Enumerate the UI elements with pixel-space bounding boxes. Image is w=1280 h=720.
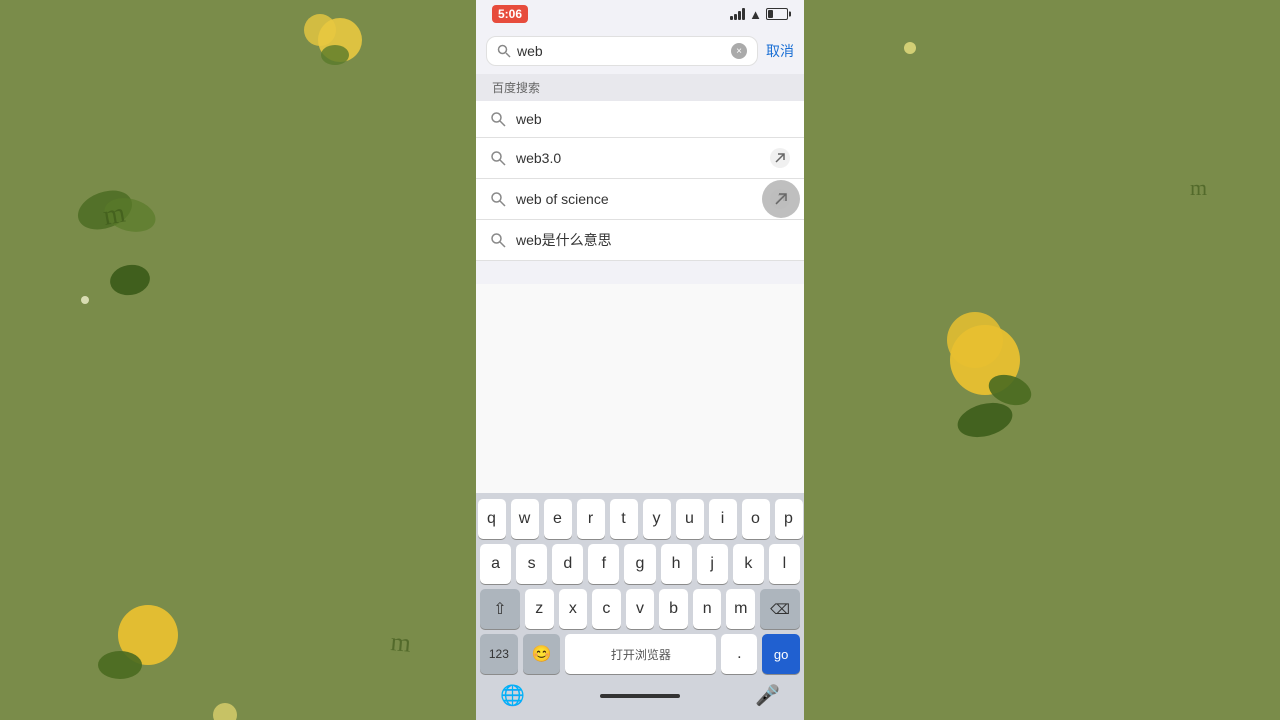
search-suggestion-icon — [490, 232, 506, 248]
key-o[interactable]: o — [742, 499, 770, 539]
arrow-icon — [774, 152, 786, 164]
key-h[interactable]: h — [661, 544, 692, 584]
key-123[interactable]: 123 — [480, 634, 518, 674]
key-p[interactable]: p — [775, 499, 803, 539]
key-x[interactable]: x — [559, 589, 588, 629]
signal-icon — [730, 8, 745, 20]
keyboard-row-2: a s d f g h j k l — [480, 544, 800, 584]
key-c[interactable]: c — [592, 589, 621, 629]
suggestion-item-webofscience[interactable]: web of science — [476, 179, 804, 220]
search-suggestion-icon — [490, 111, 506, 127]
suggestion-text-web: web — [516, 111, 790, 127]
battery-icon — [766, 8, 788, 20]
key-e[interactable]: e — [544, 499, 572, 539]
key-a[interactable]: a — [480, 544, 511, 584]
suggestions-section: 百度搜索 web web3.0 — [476, 74, 804, 284]
key-t[interactable]: t — [610, 499, 638, 539]
status-time: 5:06 — [492, 5, 528, 23]
phone-frame: 5:06 ▲ × 取消 — [476, 0, 804, 720]
key-delete[interactable]: ⌫ — [760, 589, 800, 629]
mic-icon[interactable]: 🎤 — [755, 683, 780, 708]
status-icons: ▲ — [730, 7, 788, 22]
suggestion-item-web[interactable]: web — [476, 101, 804, 138]
key-v[interactable]: v — [626, 589, 655, 629]
key-d[interactable]: d — [552, 544, 583, 584]
keyboard-row-1: q w e r t y u i o p — [480, 499, 800, 539]
suggestion-arrow-web3[interactable] — [770, 148, 790, 168]
suggestion-item-webmeaning[interactable]: web是什么意思 — [476, 220, 804, 261]
search-suggestion-icon — [490, 191, 506, 207]
key-emoji[interactable]: 😊 — [523, 634, 561, 674]
status-bar: 5:06 ▲ — [476, 0, 804, 28]
suggestions-header: 百度搜索 — [476, 74, 804, 101]
cancel-button[interactable]: 取消 — [766, 41, 794, 61]
key-shift[interactable]: ⇧ — [480, 589, 520, 629]
key-m[interactable]: m — [726, 589, 755, 629]
key-period[interactable]: . — [721, 634, 757, 674]
key-go[interactable]: go — [762, 634, 800, 674]
key-space[interactable]: 打开浏览器 — [565, 634, 716, 674]
key-g[interactable]: g — [624, 544, 655, 584]
key-k[interactable]: k — [733, 544, 764, 584]
key-u[interactable]: u — [676, 499, 704, 539]
clear-button[interactable]: × — [731, 43, 747, 59]
key-i[interactable]: i — [709, 499, 737, 539]
key-z[interactable]: z — [525, 589, 554, 629]
content-area — [476, 284, 804, 494]
suggestion-text-web3: web3.0 — [516, 150, 760, 166]
corner-arrow-icon — [772, 190, 790, 208]
key-j[interactable]: j — [697, 544, 728, 584]
search-icon — [497, 44, 511, 58]
key-r[interactable]: r — [577, 499, 605, 539]
key-b[interactable]: b — [659, 589, 688, 629]
keyboard-bottom-bar: 🌐 🎤 — [480, 679, 800, 716]
suggestion-text-webofscience: web of science — [516, 191, 760, 207]
key-n[interactable]: n — [693, 589, 722, 629]
suggestion-item-web3[interactable]: web3.0 — [476, 138, 804, 179]
keyboard-row-4: 123 😊 打开浏览器 . go — [480, 634, 800, 674]
home-indicator — [600, 694, 680, 698]
key-s[interactable]: s — [516, 544, 547, 584]
search-suggestion-icon — [490, 150, 506, 166]
search-input-wrapper[interactable]: × — [486, 36, 758, 66]
key-l[interactable]: l — [769, 544, 800, 584]
key-y[interactable]: y — [643, 499, 671, 539]
suggestion-text-webmeaning: web是什么意思 — [516, 230, 790, 250]
keyboard[interactable]: q w e r t y u i o p a s d f g h j k l ⇧ … — [476, 493, 804, 720]
key-w[interactable]: w — [511, 499, 539, 539]
key-q[interactable]: q — [478, 499, 506, 539]
key-f[interactable]: f — [588, 544, 619, 584]
search-bar-area: × 取消 — [476, 28, 804, 74]
keyboard-row-3: ⇧ z x c v b n m ⌫ — [480, 589, 800, 629]
search-input[interactable] — [517, 43, 725, 59]
wifi-icon: ▲ — [749, 7, 762, 22]
globe-icon[interactable]: 🌐 — [500, 683, 525, 708]
floating-circle — [762, 180, 800, 218]
